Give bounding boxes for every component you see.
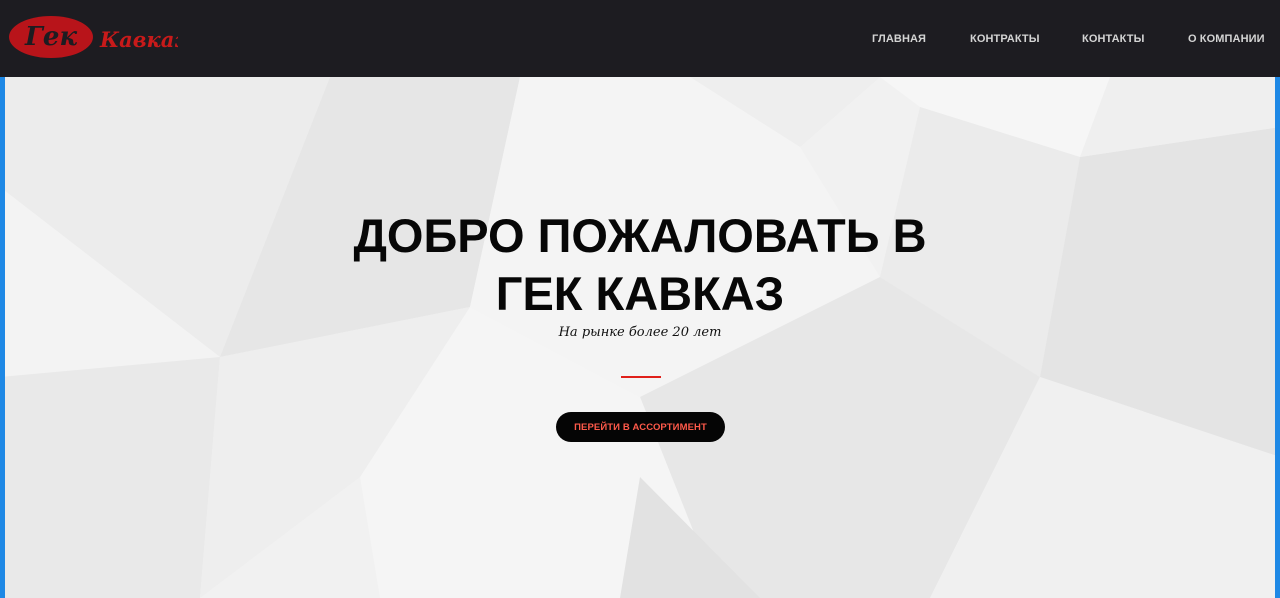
nav-item-contracts[interactable]: КОНТРАКТЫ	[970, 33, 1040, 45]
site-header: Гек Кавказ ГЛАВНАЯ КОНТРАКТЫ КОНТАКТЫ О …	[0, 0, 1280, 77]
assortment-button[interactable]: ПЕРЕЙТИ В АССОРТИМЕНТ	[556, 412, 725, 442]
logo-mark-text: Гек	[24, 22, 77, 52]
hero-title-line-2: ГЕК КАВКАЗ	[495, 267, 785, 320]
nav-item-about[interactable]: О КОМПАНИИ	[1188, 33, 1265, 45]
logo-word-text: Кавказ	[99, 27, 178, 52]
left-edge-accent	[0, 77, 5, 598]
nav-item-contacts[interactable]: КОНТАКТЫ	[1082, 33, 1144, 45]
hero-subtitle: На рынке более 20 лет	[558, 325, 722, 340]
hero-title-line-1: ДОБРО ПОЖАЛОВАТЬ В	[353, 209, 927, 262]
right-edge-accent	[1275, 77, 1280, 598]
nav-item-home[interactable]: ГЛАВНАЯ	[872, 33, 926, 45]
hero-title: ДОБРО ПОЖАЛОВАТЬ В ГЕК КАВКАЗ	[290, 207, 990, 323]
brand-logo[interactable]: Гек Кавказ	[8, 12, 178, 62]
hero-divider	[621, 376, 661, 378]
